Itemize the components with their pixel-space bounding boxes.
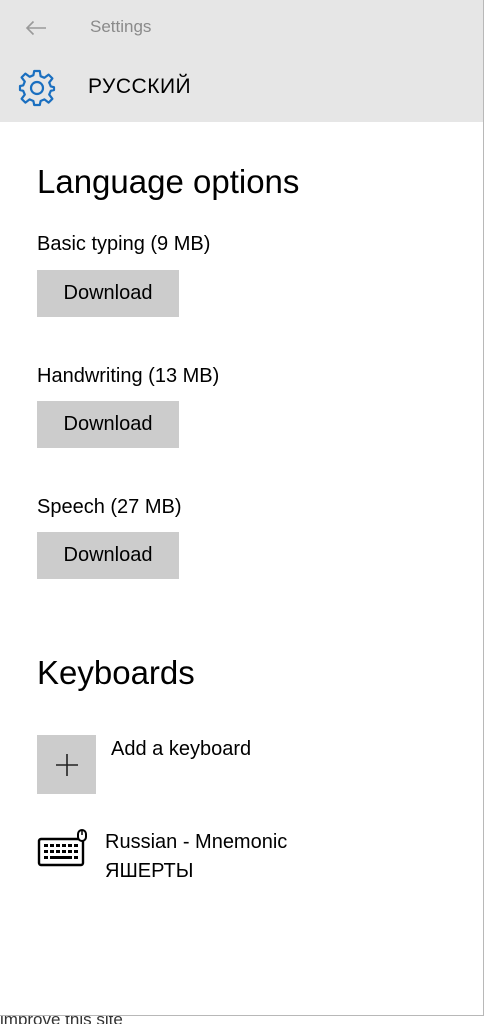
plus-icon	[55, 753, 78, 776]
keyboard-russian-mnemonic[interactable]: Russian - Mnemonic	[105, 828, 287, 857]
settings-window: Settings РУССКИЙ Language options Basic …	[0, 0, 484, 1016]
keyboard-layout-label: ЯШЕРТЫ	[105, 860, 194, 882]
basic-typing-download-button[interactable]: Download	[37, 270, 179, 317]
add-keyboard-button[interactable]	[37, 735, 96, 794]
add-keyboard-label[interactable]: Add a keyboard	[111, 738, 251, 761]
keyboards-heading: Keyboards	[37, 654, 195, 691]
language-options-heading: Language options	[37, 163, 300, 200]
speech-download-button[interactable]: Download	[37, 532, 179, 579]
page-title: РУССКИЙ	[88, 75, 192, 98]
handwriting-download-button[interactable]: Download	[37, 401, 179, 448]
gear-icon	[18, 69, 56, 107]
keyboard-icon	[37, 829, 87, 867]
speech-label: Speech (27 MB)	[37, 496, 182, 518]
back-button[interactable]	[18, 12, 54, 44]
handwriting-label: Handwriting (13 MB)	[37, 365, 220, 387]
basic-typing-label: Basic typing (9 MB)	[37, 233, 211, 255]
title-bar: Settings	[0, 0, 483, 55]
background-page-text: improve this site	[0, 1016, 485, 1024]
page-header: РУССКИЙ	[0, 55, 483, 122]
app-title: Settings	[90, 17, 152, 36]
back-arrow-icon	[25, 20, 46, 36]
